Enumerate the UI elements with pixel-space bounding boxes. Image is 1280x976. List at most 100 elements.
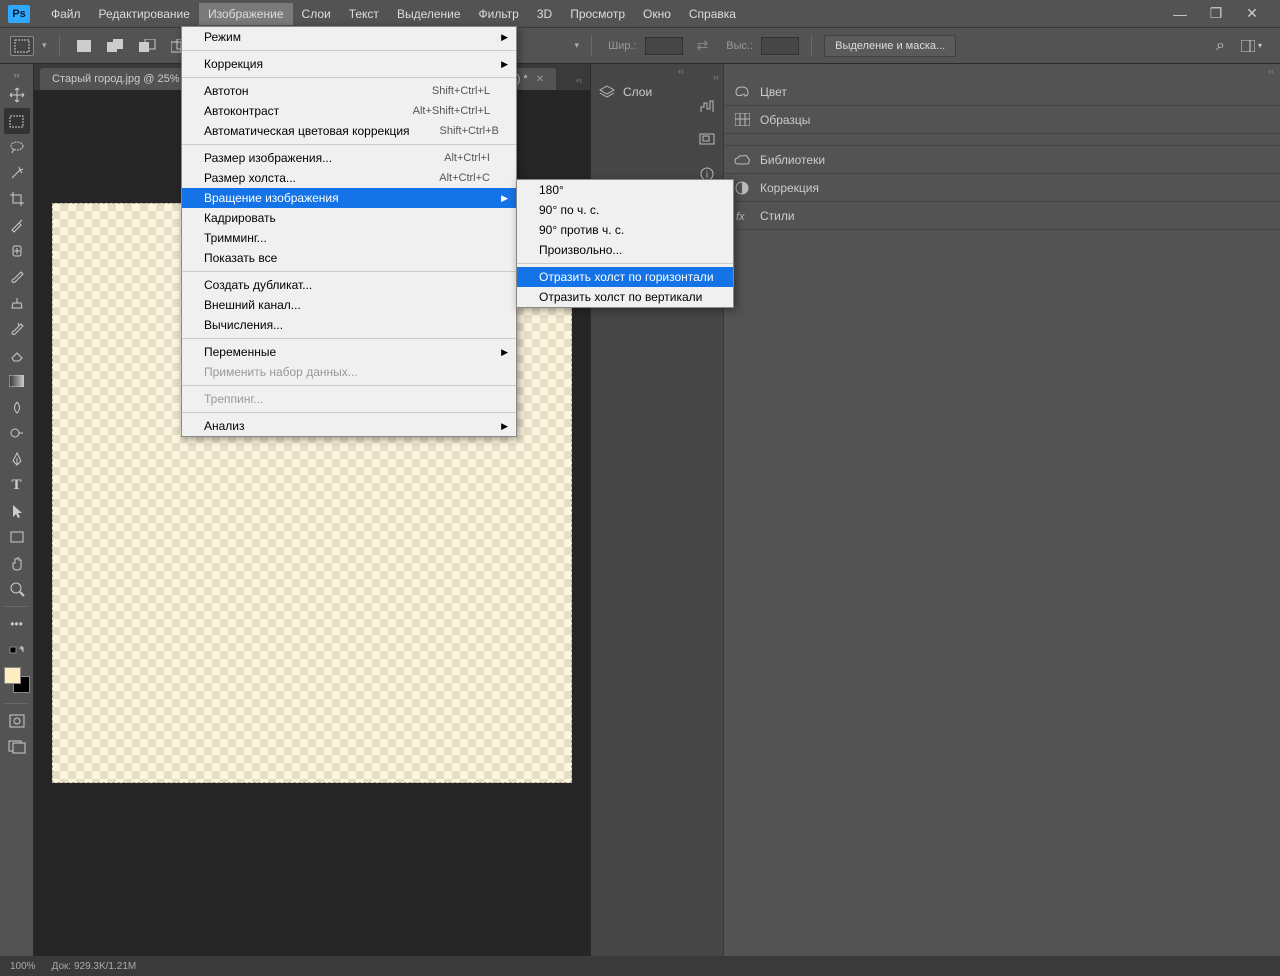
menu-window[interactable]: Окно [634, 3, 680, 25]
zoom-level[interactable]: 100% [10, 961, 36, 972]
eraser-tool[interactable] [4, 342, 30, 368]
swap-icon[interactable]: ⇄ [697, 37, 709, 54]
text-tool[interactable]: T [4, 472, 30, 498]
window-maximize[interactable]: ❐ [1208, 6, 1224, 22]
submenu-item[interactable]: 180° [517, 180, 733, 200]
menu-edit[interactable]: Редактирование [90, 3, 199, 25]
quick-mask-icon[interactable] [4, 708, 30, 734]
submenu-item[interactable]: Отразить холст по вертикали [517, 287, 733, 307]
hand-tool[interactable] [4, 550, 30, 576]
menu-filter[interactable]: Фильтр [470, 3, 528, 25]
menubar: Ps Файл Редактирование Изображение Слои … [0, 0, 1280, 28]
height-input[interactable] [761, 37, 799, 55]
panel-label: Цвет [760, 85, 787, 99]
swatches-panel-tab[interactable]: Образцы [724, 106, 1280, 134]
menu-item[interactable]: Переменные▶ [182, 342, 516, 362]
panel-label: Стили [760, 209, 795, 223]
history-brush-tool[interactable] [4, 316, 30, 342]
submenu-item[interactable]: 90° по ч. с. [517, 200, 733, 220]
menu-item[interactable]: Вращение изображения▶ [182, 188, 516, 208]
panel-expand-icon[interactable]: ‹‹ [713, 72, 723, 82]
styles-panel-tab[interactable]: fx Стили [724, 202, 1280, 230]
submenu-item[interactable]: Произвольно... [517, 240, 733, 260]
layers-icon [599, 85, 615, 99]
menu-text[interactable]: Текст [340, 3, 388, 25]
tabs-overflow-icon[interactable]: ‹‹ [568, 70, 590, 90]
layers-panel-tab[interactable]: Слои [591, 78, 690, 106]
navigator-icon[interactable] [697, 130, 717, 150]
menu-item[interactable]: Автоматическая цветовая коррекцияShift+C… [182, 121, 516, 141]
blur-tool[interactable] [4, 394, 30, 420]
histogram-icon[interactable] [697, 96, 717, 116]
adjustments-icon [734, 180, 750, 196]
current-tool-icon[interactable] [10, 36, 34, 56]
menu-item[interactable]: Анализ▶ [182, 416, 516, 436]
image-rotation-submenu: 180°90° по ч. с.90° против ч. с.Произвол… [516, 179, 734, 308]
path-selection-tool[interactable] [4, 498, 30, 524]
libraries-panel-tab[interactable]: Библиотеки [724, 146, 1280, 174]
menu-item[interactable]: Вычисления... [182, 315, 516, 335]
crop-tool[interactable] [4, 186, 30, 212]
submenu-item[interactable]: Отразить холст по горизонтали [517, 267, 733, 287]
tab-label: Старый город.jpg @ 25% [52, 73, 180, 85]
marquee-tool[interactable] [4, 108, 30, 134]
menu-item[interactable]: АвтотонShift+Ctrl+L [182, 81, 516, 101]
menu-item[interactable]: Создать дубликат... [182, 275, 516, 295]
clone-stamp-tool[interactable] [4, 290, 30, 316]
menu-select[interactable]: Выделение [388, 3, 470, 25]
move-tool[interactable] [4, 82, 30, 108]
gradient-tool[interactable] [4, 368, 30, 394]
menu-3d[interactable]: 3D [528, 3, 561, 25]
shape-tool[interactable] [4, 524, 30, 550]
menu-item[interactable]: Внешний канал... [182, 295, 516, 315]
menu-item[interactable]: Показать все [182, 248, 516, 268]
swap-colors-icon[interactable] [4, 637, 30, 663]
panel-expand-icon[interactable]: ‹‹ [591, 64, 690, 78]
width-input[interactable] [645, 37, 683, 55]
select-and-mask-button[interactable]: Выделение и маска... [824, 35, 956, 57]
submenu-item[interactable]: 90° против ч. с. [517, 220, 733, 240]
brush-tool[interactable] [4, 264, 30, 290]
adjustments-panel-tab[interactable]: Коррекция [724, 174, 1280, 202]
workspace-switcher-icon[interactable]: ▾ [1241, 40, 1262, 52]
screen-mode-icon[interactable] [4, 734, 30, 760]
healing-brush-tool[interactable] [4, 238, 30, 264]
zoom-tool[interactable] [4, 576, 30, 602]
lasso-tool[interactable] [4, 134, 30, 160]
color-panel-tab[interactable]: Цвет [724, 78, 1280, 106]
swatches-icon [734, 113, 750, 126]
menu-item[interactable]: Кадрировать [182, 208, 516, 228]
menu-item[interactable]: Режим▶ [182, 27, 516, 47]
menu-item[interactable]: Тримминг... [182, 228, 516, 248]
window-minimize[interactable]: — [1172, 6, 1188, 22]
window-close[interactable]: ✕ [1244, 6, 1260, 22]
color-swatches[interactable] [4, 667, 30, 693]
toolbar-collapse-icon[interactable]: ›› [0, 68, 33, 82]
panel-label: Библиотеки [760, 153, 825, 167]
edit-toolbar-icon[interactable]: ••• [4, 611, 30, 637]
width-label: Шир.: [608, 40, 636, 52]
menu-item[interactable]: Коррекция▶ [182, 54, 516, 74]
menu-item[interactable]: Размер холста...Alt+Ctrl+C [182, 168, 516, 188]
svg-text:fx: fx [736, 211, 745, 223]
document-tab[interactable]: Старый город.jpg @ 25% [40, 68, 192, 90]
pen-tool[interactable] [4, 446, 30, 472]
magic-wand-tool[interactable] [4, 160, 30, 186]
selection-new-icon[interactable] [72, 36, 96, 56]
styles-icon: fx [734, 209, 750, 223]
menu-item[interactable]: Размер изображения...Alt+Ctrl+I [182, 148, 516, 168]
selection-subtract-icon[interactable] [136, 36, 160, 56]
panel-expand-icon[interactable]: ‹‹ [724, 64, 1280, 78]
cloud-icon [734, 154, 750, 166]
menu-item[interactable]: АвтоконтрастAlt+Shift+Ctrl+L [182, 101, 516, 121]
menu-file[interactable]: Файл [42, 3, 90, 25]
close-icon[interactable]: ✕ [536, 74, 544, 85]
menu-help[interactable]: Справка [680, 3, 745, 25]
menu-view[interactable]: Просмотр [561, 3, 634, 25]
menu-layers[interactable]: Слои [293, 3, 340, 25]
dodge-tool[interactable] [4, 420, 30, 446]
search-icon[interactable]: ⌕ [1216, 37, 1225, 55]
eyedropper-tool[interactable] [4, 212, 30, 238]
selection-add-icon[interactable] [104, 36, 128, 56]
menu-image[interactable]: Изображение [199, 3, 293, 25]
